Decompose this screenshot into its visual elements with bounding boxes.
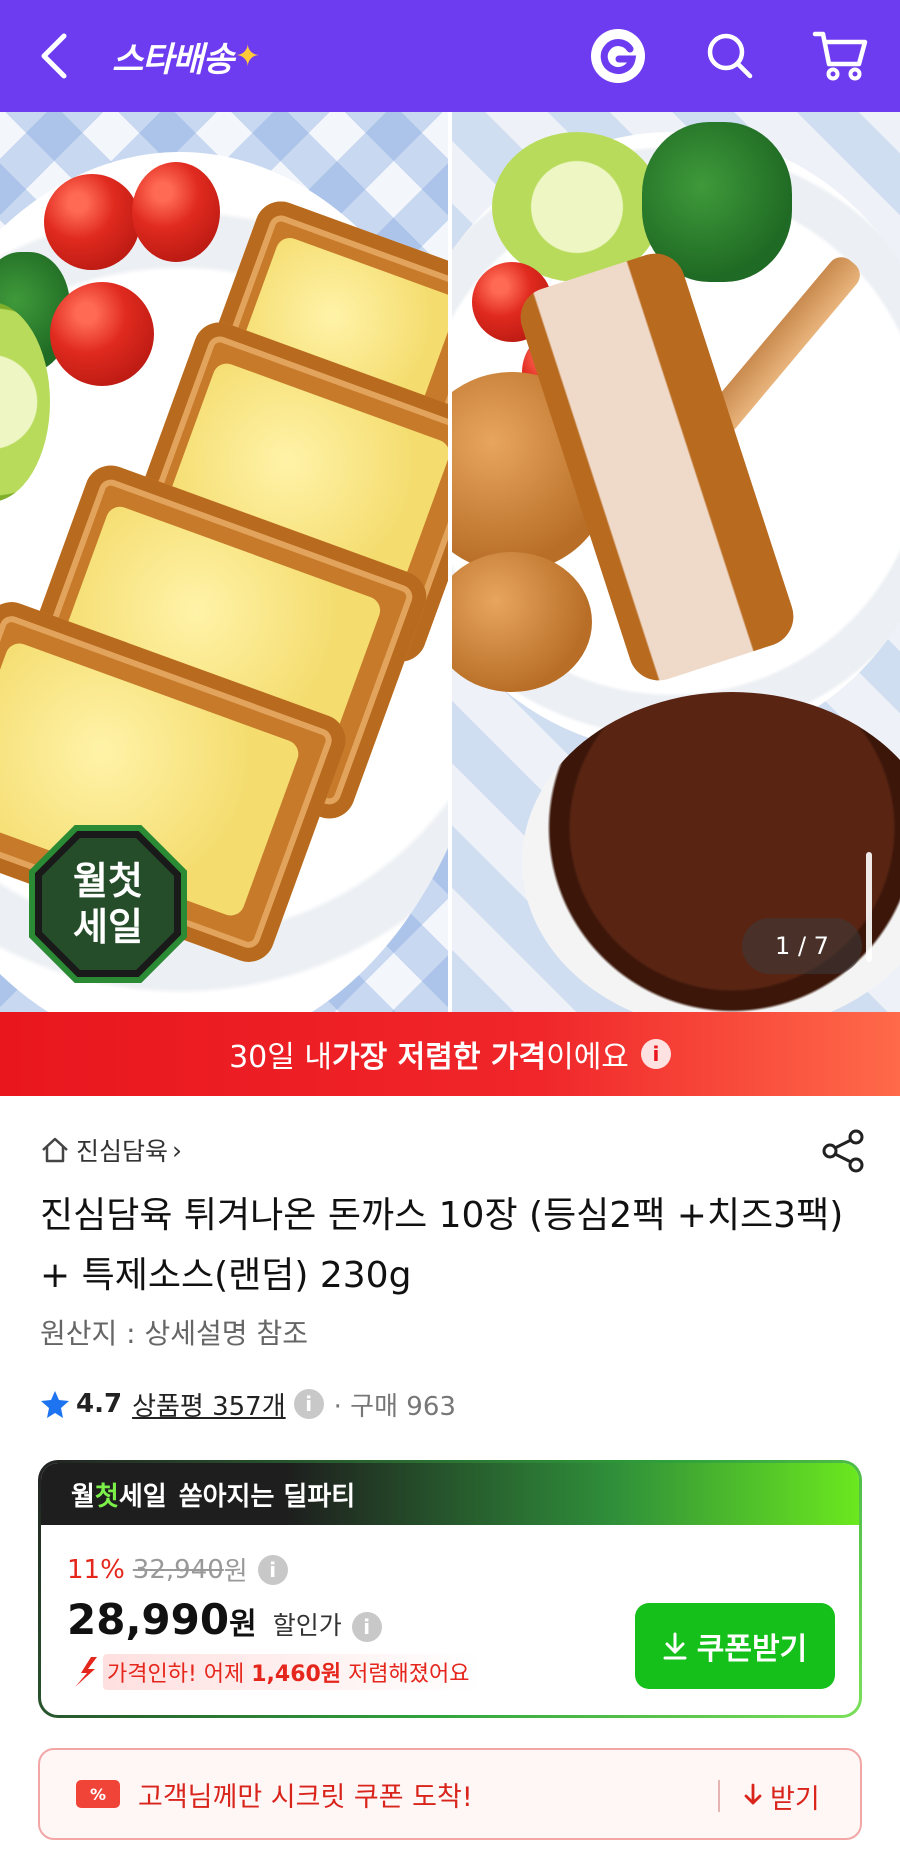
store-link[interactable]: 진심담육 ›: [40, 1132, 182, 1168]
deal-header: 월 첫 세일 쏟아지는 딜파티: [41, 1463, 859, 1525]
g-button[interactable]: [588, 26, 648, 86]
monthly-sale-badge: 월첫 세일: [28, 824, 188, 984]
share-icon: [822, 1129, 864, 1173]
original-price: 32,940: [132, 1554, 224, 1585]
download-icon: [663, 1632, 687, 1660]
drop-suffix: 저렴해졌어요: [341, 1662, 470, 1687]
coupon-tag-icon: %: [76, 1780, 120, 1808]
badge-line-1: 월첫: [73, 859, 143, 903]
brand-name: 스타배송: [112, 39, 234, 80]
badge-line-2: 세일: [73, 905, 143, 949]
info-icon[interactable]: i: [293, 1389, 324, 1419]
purchase-count: · 구매 963: [333, 1391, 456, 1422]
deal-box: 월 첫 세일 쏟아지는 딜파티 11% 32,940 원 i 28,990 원 …: [38, 1460, 862, 1718]
home-icon: [42, 1137, 68, 1163]
price-row: 28,990 원 할인가 i: [67, 1595, 392, 1644]
down-arrow-icon: [75, 1657, 97, 1687]
deal-head-tag: 쏟아지는 딜파티: [178, 1481, 356, 1512]
product-image-gallery[interactable]: 월첫 세일 1 / 7: [0, 112, 900, 1012]
sparkle-icon: ✦: [235, 38, 260, 74]
cart-icon: [812, 31, 868, 81]
original-price-unit: 원: [223, 1557, 248, 1587]
drop-amount: 1,460원: [251, 1662, 342, 1687]
share-button[interactable]: [820, 1128, 866, 1174]
banner-prefix: 30일 내: [229, 1040, 332, 1075]
discount-row: 11% 32,940 원 i: [67, 1551, 298, 1588]
secret-coupon-bar[interactable]: % 고객님께만 시크릿 쿠폰 도착! 받기: [38, 1748, 862, 1840]
receive-coupon-button[interactable]: 받기: [742, 1772, 820, 1820]
price-drop-notice: 가격인하! 어제 1,460원 저렴해졌어요: [71, 1654, 482, 1690]
back-button[interactable]: [36, 30, 72, 82]
image-divider: [448, 112, 452, 1012]
divider: [718, 1780, 720, 1812]
rating-value: 4.7: [76, 1389, 123, 1419]
sale-price-unit: 원: [229, 1607, 257, 1642]
star-icon: [41, 1391, 69, 1418]
cart-button[interactable]: [810, 26, 870, 86]
gallery-scrollbar: [866, 852, 872, 962]
top-app-bar: 스타배송 ✦: [0, 0, 900, 112]
brand-logo[interactable]: 스타배송 ✦: [112, 30, 260, 82]
info-icon[interactable]: i: [257, 1554, 288, 1585]
back-icon: [41, 33, 67, 79]
get-coupon-button[interactable]: 쿠폰받기: [635, 1603, 835, 1689]
lowest-price-banner[interactable]: 30일 내 가장 저렴한 가격 이에요 i: [0, 1012, 900, 1096]
banner-suffix: 이에요: [546, 1040, 629, 1075]
discount-rate: 11%: [67, 1554, 125, 1585]
chevron-right-icon: ›: [172, 1135, 183, 1165]
review-count-link[interactable]: 상품평 357개: [132, 1386, 286, 1423]
search-button[interactable]: [700, 26, 760, 86]
deal-head-b: 첫: [94, 1481, 119, 1512]
search-icon: [707, 33, 753, 79]
secret-coupon-text: 고객님께만 시크릿 쿠폰 도착!: [138, 1781, 473, 1813]
drop-prefix: 가격인하! 어제: [107, 1662, 252, 1687]
coupon-button-label: 쿠폰받기: [696, 1632, 808, 1667]
banner-bold: 가장 저렴한 가격: [332, 1040, 547, 1075]
g-icon: [591, 29, 645, 83]
product-title: 진심담육 튀겨나온 돈까스 10장 (등심2팩 +치즈3팩) + 특제소스(랜덤…: [40, 1195, 844, 1296]
deal-head-c: 세일: [118, 1481, 167, 1512]
deal-head-a: 월: [71, 1481, 95, 1512]
info-icon[interactable]: i: [351, 1612, 382, 1642]
store-name: 진심담육: [76, 1137, 169, 1166]
page-indicator: 1 / 7: [742, 918, 862, 974]
product-image-cutlet-sauce: [452, 112, 900, 1012]
rating-row: 4.7 상품평 357개 i · 구매 963: [40, 1384, 456, 1424]
download-icon: [744, 1783, 762, 1805]
sale-price: 28,990: [67, 1595, 230, 1644]
receive-label: 받기: [770, 1783, 820, 1815]
sale-price-label: 할인가: [272, 1611, 342, 1640]
info-icon[interactable]: i: [640, 1039, 671, 1069]
origin-info: 원산지 : 상세설명 참조: [40, 1317, 308, 1350]
